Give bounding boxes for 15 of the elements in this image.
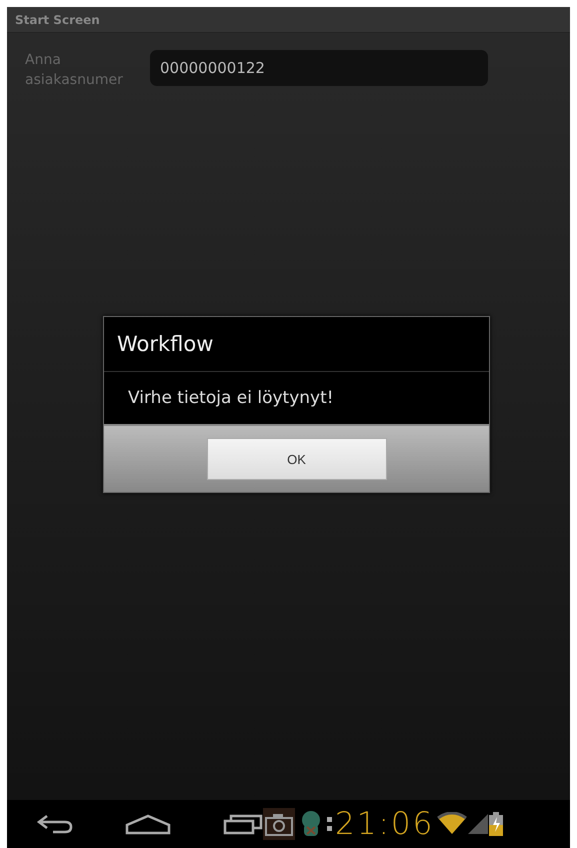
clock: 21:06 (335, 806, 434, 842)
wifi-icon (437, 812, 468, 836)
dialog-title: Workflow (104, 317, 489, 372)
signal-icon (467, 813, 490, 835)
input-field[interactable]: 00000000122 (150, 50, 488, 86)
window-title: Start Screen (15, 12, 100, 26)
overflow-icon[interactable] (327, 814, 333, 834)
home-icon[interactable] (125, 813, 171, 835)
back-icon[interactable] (35, 813, 75, 835)
battery-icon (489, 812, 504, 836)
field-label: Anna asiakasnumer (25, 51, 124, 90)
recent-apps-icon[interactable] (223, 813, 263, 835)
ok-button[interactable]: OK (206, 438, 386, 480)
dialog-message: Virhe tietoja ei löytynyt! (127, 387, 335, 410)
camera-icon[interactable] (263, 808, 295, 840)
